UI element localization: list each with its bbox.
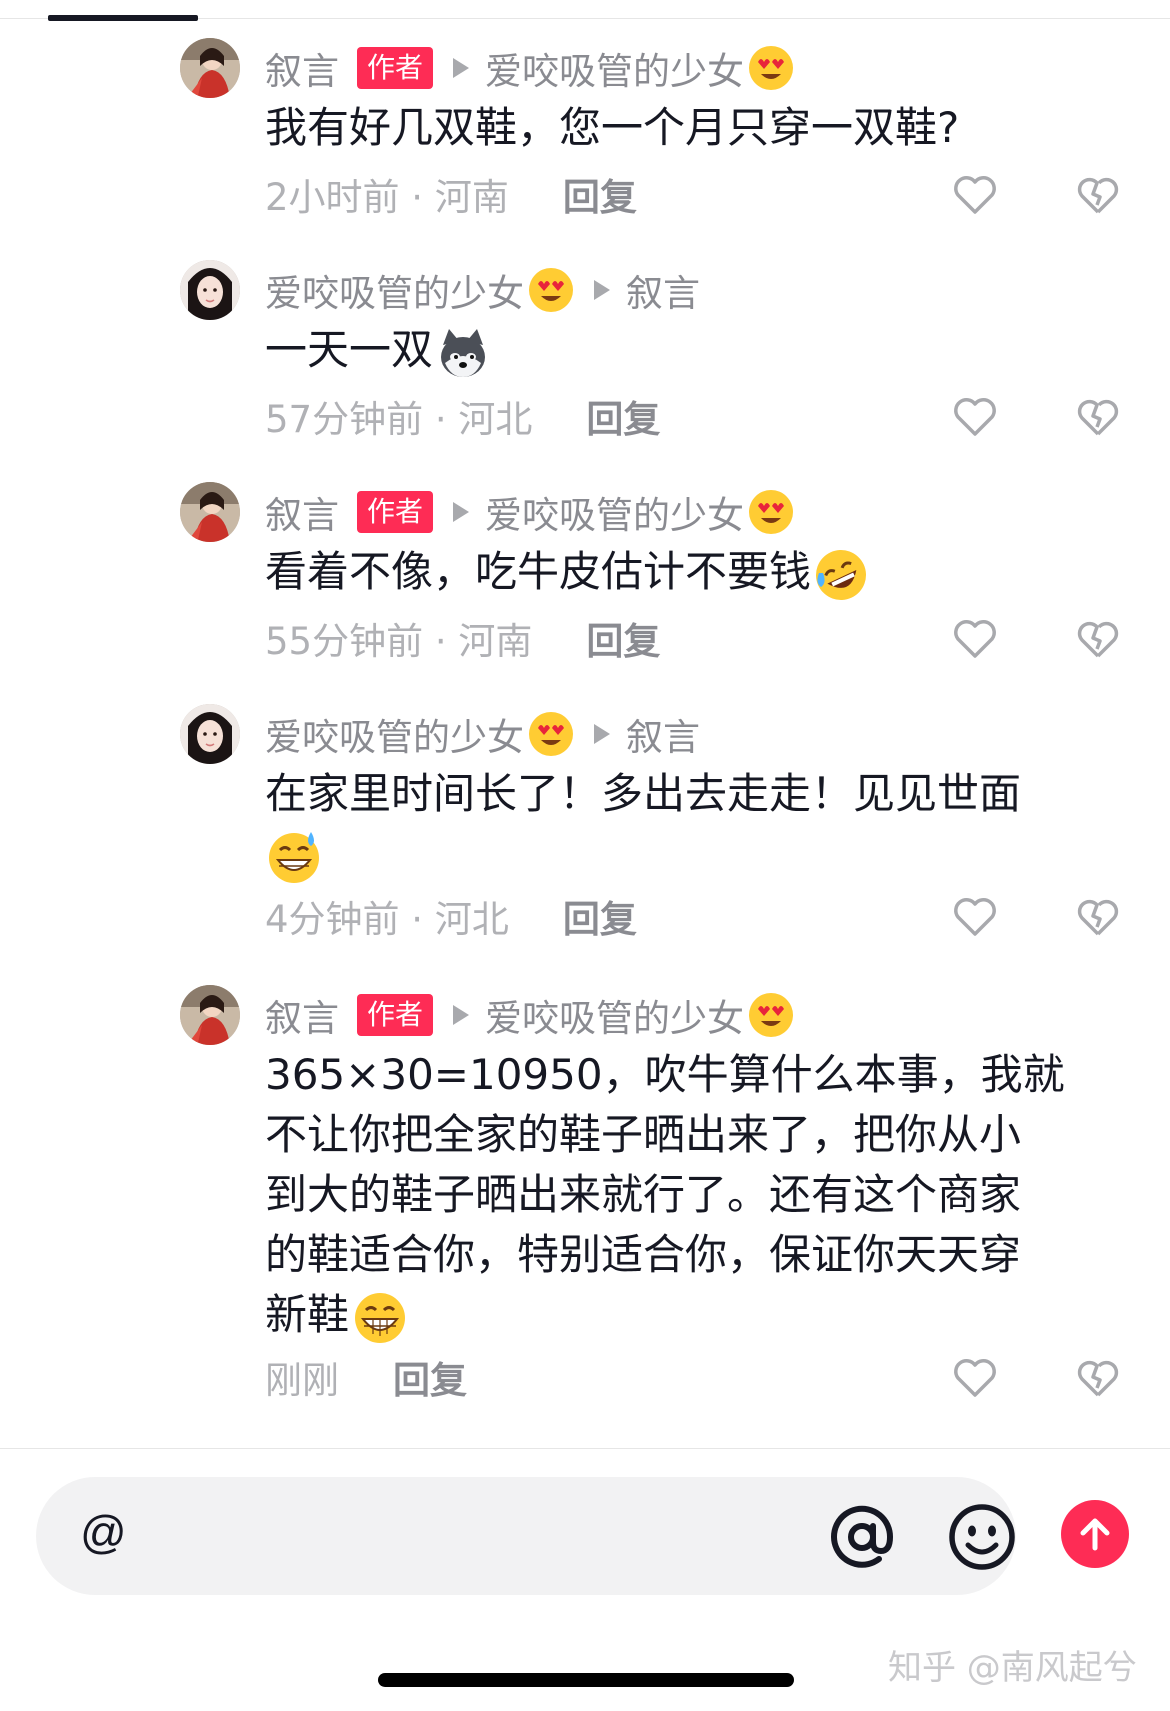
avatar[interactable] bbox=[180, 482, 240, 542]
heart-outline-icon[interactable] bbox=[950, 392, 1000, 442]
at-icon[interactable] bbox=[826, 1501, 898, 1573]
reply-button[interactable]: 回复 bbox=[393, 1350, 467, 1404]
comment-line: 不让你把全家的鞋子晒出来了，把你从小 bbox=[265, 1110, 1022, 1159]
broken-heart-icon[interactable] bbox=[1075, 894, 1121, 940]
comment-line: 一天一双 bbox=[265, 325, 434, 374]
comment-input[interactable]: @ bbox=[36, 1477, 1016, 1595]
author-badge: 作者 bbox=[357, 47, 434, 89]
reply-to-username[interactable]: 叙言 bbox=[626, 263, 700, 317]
comment-meta: 2小时前 · 河南 回复 bbox=[265, 164, 637, 224]
comment-text: 看着不像，吃牛皮估计不要钱 bbox=[265, 542, 1095, 603]
home-indicator bbox=[378, 1673, 794, 1687]
comment-meta: 55分钟前 · 河南 回复 bbox=[265, 608, 660, 668]
author-badge: 作者 bbox=[357, 491, 434, 533]
grin-sweat-emoji-icon bbox=[265, 828, 323, 886]
reply-arrow-icon bbox=[594, 724, 610, 744]
heart-eyes-emoji-icon bbox=[748, 489, 794, 535]
comment-header: 叙言 作者 爱咬吸管的少女 bbox=[265, 38, 794, 98]
reply-button[interactable]: 回复 bbox=[563, 167, 637, 221]
username[interactable]: 爱咬吸管的少女 bbox=[265, 707, 524, 761]
comment-header: 叙言 作者 爱咬吸管的少女 bbox=[265, 985, 794, 1045]
username[interactable]: 叙言 bbox=[265, 41, 339, 95]
reply-arrow-icon bbox=[453, 1005, 470, 1025]
reply-button[interactable]: 回复 bbox=[563, 889, 637, 943]
comment-header: 叙言 作者 爱咬吸管的少女 bbox=[265, 482, 794, 542]
username[interactable]: 叙言 bbox=[265, 485, 339, 539]
smiley-face-icon[interactable] bbox=[946, 1501, 1018, 1573]
reply-arrow-icon bbox=[594, 280, 610, 300]
broken-heart-icon[interactable] bbox=[1075, 616, 1121, 662]
comment-text: 在家里时间长了！多出去走走！见见世面 bbox=[265, 764, 1095, 886]
comment-line: 看着不像，吃牛皮估计不要钱 bbox=[265, 547, 812, 596]
broken-heart-icon[interactable] bbox=[1075, 172, 1121, 218]
husky-dog-emoji-icon bbox=[435, 325, 491, 381]
comment-line: 在家里时间长了！多出去走走！见见世面 bbox=[265, 769, 1022, 818]
username[interactable]: 爱咬吸管的少女 bbox=[265, 263, 524, 317]
reply-button[interactable]: 回复 bbox=[586, 611, 660, 665]
reply-to-username[interactable]: 爱咬吸管的少女 bbox=[485, 41, 744, 95]
username[interactable]: 叙言 bbox=[265, 988, 339, 1042]
comment-meta: 刚刚 回复 bbox=[265, 1347, 467, 1407]
reply-arrow-icon bbox=[453, 502, 470, 522]
arrow-up-icon bbox=[1080, 1518, 1110, 1551]
time-location: 57分钟前 · 河北 bbox=[265, 398, 533, 441]
comment-meta: 4分钟前 · 河北 回复 bbox=[265, 886, 637, 946]
avatar[interactable] bbox=[180, 260, 240, 320]
reply-to-username[interactable]: 叙言 bbox=[626, 707, 700, 761]
reply-arrow-icon bbox=[453, 58, 470, 78]
comment-line: 新鞋 bbox=[265, 1290, 350, 1339]
author-badge: 作者 bbox=[357, 994, 434, 1036]
comment-line: 我有好几双鞋，您一个月只穿一双鞋? bbox=[265, 103, 960, 152]
heart-eyes-emoji-icon bbox=[748, 45, 794, 91]
heart-eyes-emoji-icon bbox=[748, 992, 794, 1038]
input-divider bbox=[0, 1448, 1170, 1449]
time-location: 55分钟前 · 河南 bbox=[265, 620, 533, 663]
heart-outline-icon[interactable] bbox=[950, 1353, 1000, 1403]
avatar[interactable] bbox=[180, 38, 240, 98]
time-location: 2小时前 · 河南 bbox=[265, 176, 509, 219]
heart-outline-icon[interactable] bbox=[950, 614, 1000, 664]
time-location: 刚刚 bbox=[265, 1359, 339, 1402]
avatar[interactable] bbox=[180, 704, 240, 764]
comment-meta: 57分钟前 · 河北 回复 bbox=[265, 386, 660, 446]
rolling-laughing-emoji-icon bbox=[813, 547, 869, 603]
comment-header: 爱咬吸管的少女 叙言 bbox=[265, 260, 700, 320]
comment-line: 365×30=10950，吹牛算什么本事，我就 bbox=[265, 1050, 1065, 1099]
broken-heart-icon[interactable] bbox=[1075, 1355, 1121, 1401]
avatar[interactable] bbox=[180, 985, 240, 1045]
watermark: 知乎 @南风起兮 bbox=[888, 1648, 1137, 1688]
reply-to-username[interactable]: 爱咬吸管的少女 bbox=[485, 485, 744, 539]
comment-header: 爱咬吸管的少女 叙言 bbox=[265, 704, 700, 764]
heart-outline-icon[interactable] bbox=[950, 892, 1000, 942]
comment-line: 的鞋适合你，特别适合你，保证你天天穿 bbox=[265, 1230, 1022, 1279]
reply-button[interactable]: 回复 bbox=[586, 389, 660, 443]
send-button[interactable] bbox=[1061, 1500, 1129, 1568]
time-location: 4分钟前 · 河北 bbox=[265, 898, 509, 941]
comment-text: 一天一双 bbox=[265, 320, 1095, 381]
comment-text: 365×30=10950，吹牛算什么本事，我就 不让你把全家的鞋子晒出来了，把你… bbox=[265, 1045, 1095, 1347]
heart-outline-icon[interactable] bbox=[950, 170, 1000, 220]
reply-to-username[interactable]: 爱咬吸管的少女 bbox=[485, 988, 744, 1042]
comment-text: 我有好几双鞋，您一个月只穿一双鞋? bbox=[265, 98, 1095, 158]
comment-line: 到大的鞋子晒出来就行了。还有这个商家 bbox=[265, 1170, 1022, 1219]
broken-heart-icon[interactable] bbox=[1075, 394, 1121, 440]
heart-eyes-emoji-icon bbox=[528, 711, 574, 757]
heart-eyes-emoji-icon bbox=[528, 267, 574, 313]
input-placeholder: @ bbox=[80, 1506, 127, 1558]
grin-emoji-icon bbox=[351, 1289, 409, 1347]
tab-indicator bbox=[48, 15, 198, 21]
